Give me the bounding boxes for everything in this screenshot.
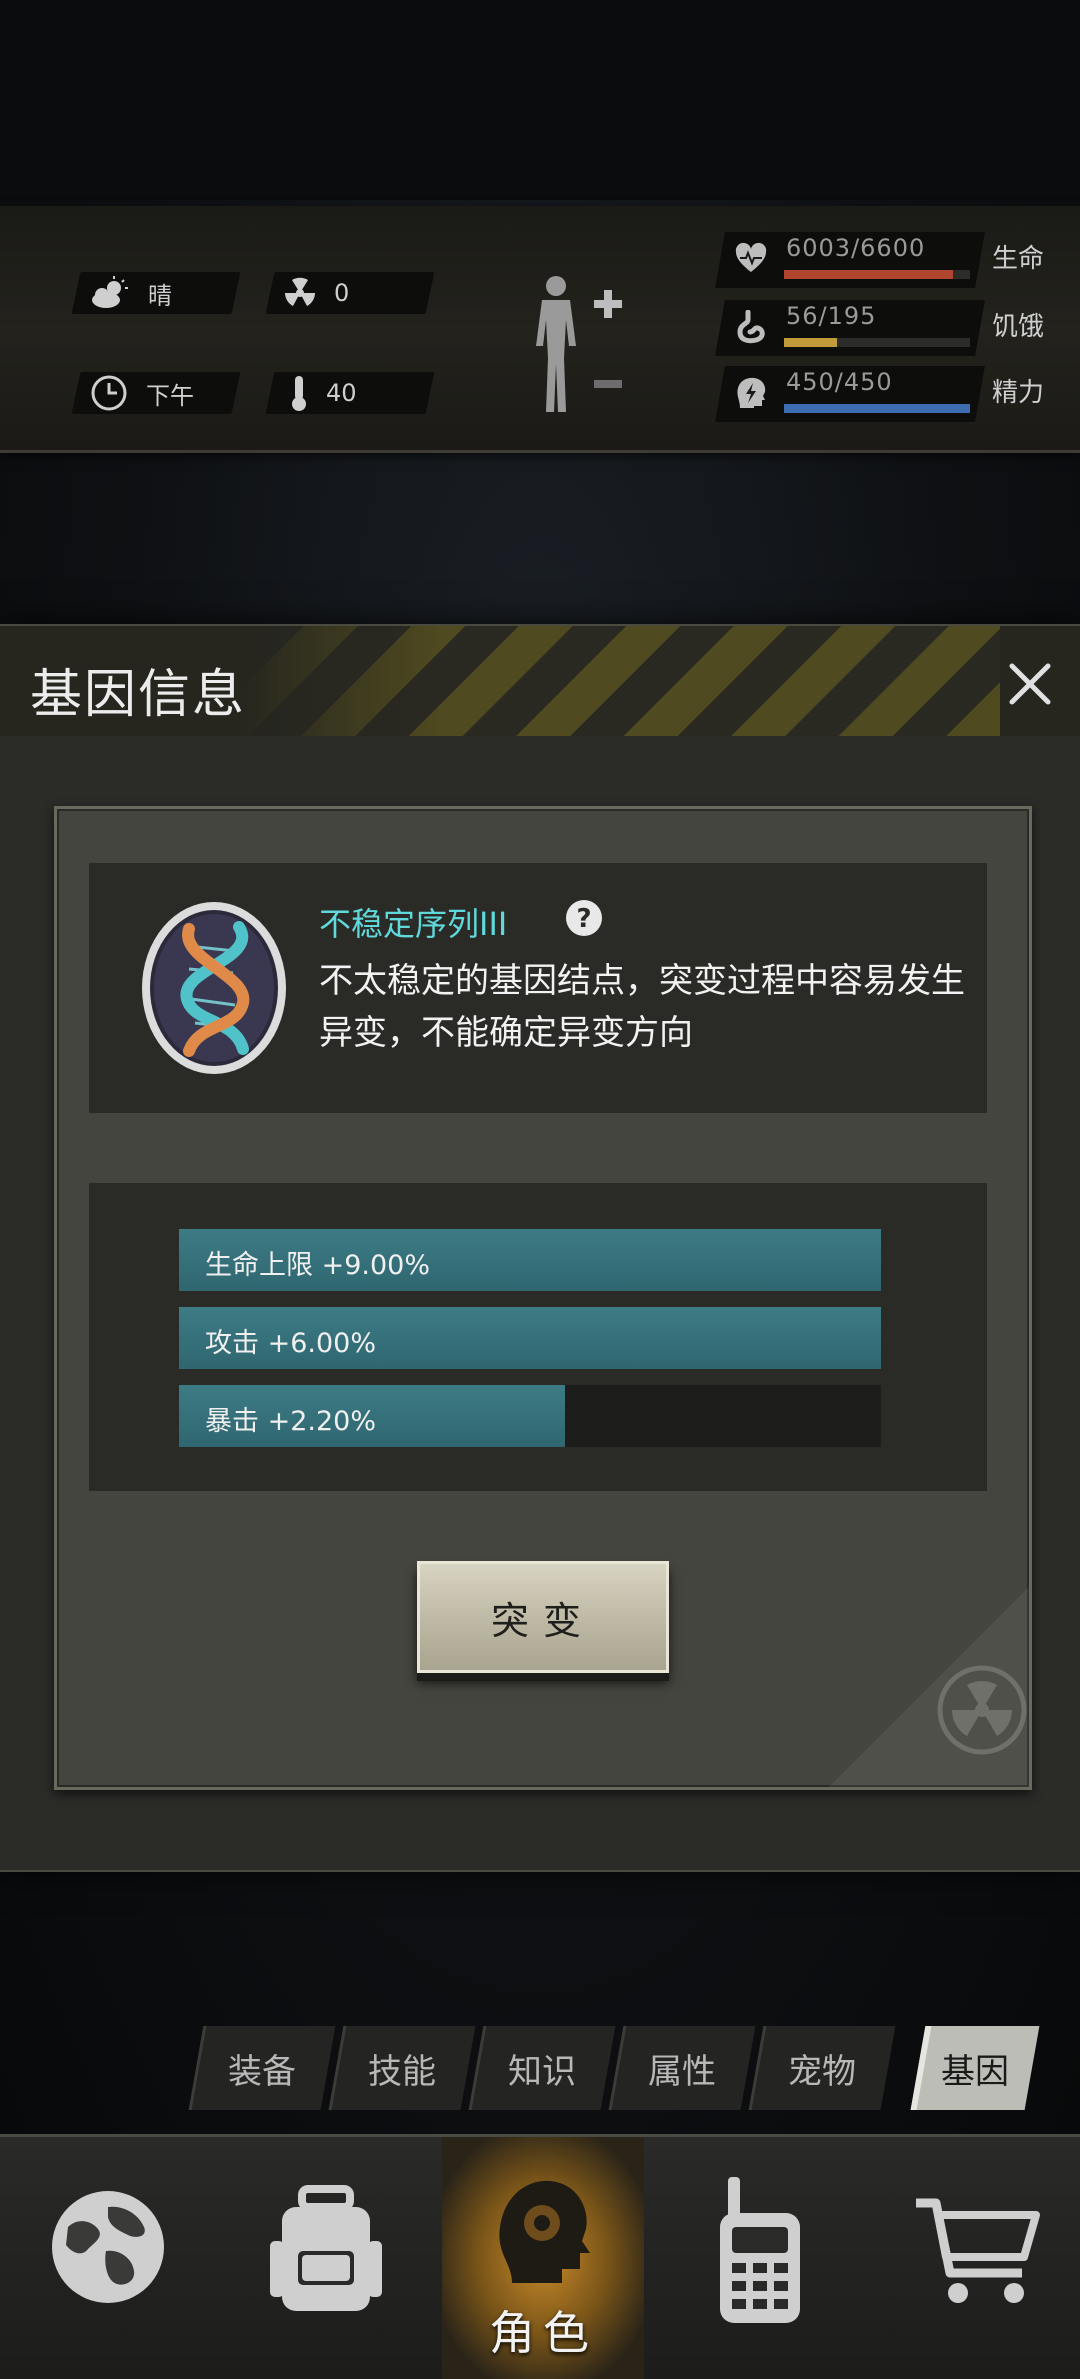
bonus-text: 生命上限 +9.00% bbox=[205, 1250, 430, 1281]
gene-description: 不太稳定的基因结点，突变过程中容易发生异变，不能确定异变方向 bbox=[319, 961, 965, 1053]
energy-bar bbox=[784, 404, 970, 413]
bonus-bar-crit: 暴击 +2.20% bbox=[179, 1385, 881, 1447]
character-tabs: 装备 技能 知识 属性 宠物 基因 bbox=[188, 2026, 1046, 2110]
tab-equipment[interactable]: 装备 bbox=[188, 2026, 336, 2110]
stat-hunger: 56/195 饥饿 bbox=[715, 300, 1060, 360]
tab-knowledge[interactable]: 知识 bbox=[468, 2026, 616, 2110]
radiation-watermark-icon bbox=[937, 1665, 1027, 1755]
gene-info-box: 不稳定序列III ? 不太稳定的基因结点，突变过程中容易发生异变，不能确定异变方… bbox=[89, 863, 987, 1113]
stat-health: 6003/6600 生命 bbox=[715, 232, 1060, 292]
radiation-chip: 0 bbox=[284, 272, 349, 314]
temperature-value: 40 bbox=[326, 379, 357, 407]
body-figure-zoom-icon[interactable] bbox=[526, 272, 626, 422]
dialog-header: 基因信息 bbox=[0, 626, 1080, 736]
tab-attributes[interactable]: 属性 bbox=[608, 2026, 756, 2110]
gene-info-dialog: 基因信息 不稳定序列III ? 不太稳定的基因结点，突变过程中容易发生异变，不能… bbox=[0, 624, 1080, 1872]
dialog-title: 基因信息 bbox=[30, 665, 247, 725]
weather-text: 晴 bbox=[148, 281, 172, 310]
tab-pets[interactable]: 宠物 bbox=[748, 2026, 896, 2110]
weather-chip: 晴 bbox=[90, 272, 172, 314]
energy-label: 精力 bbox=[992, 378, 1045, 408]
bonus-bar-attack: 攻击 +6.00% bbox=[179, 1307, 881, 1369]
nav-character[interactable]: 角色 bbox=[442, 2137, 644, 2379]
nav-backpack[interactable] bbox=[216, 2137, 436, 2379]
gene-bonus-list: 生命上限 +9.00% 攻击 +6.00% 暴击 +2.20% bbox=[89, 1183, 987, 1491]
gene-name: 不稳定序列III bbox=[319, 905, 508, 943]
heart-icon bbox=[735, 242, 767, 272]
radiation-icon bbox=[285, 277, 315, 306]
health-bar bbox=[784, 270, 970, 279]
bonus-text: 暴击 +2.20% bbox=[205, 1406, 376, 1437]
backpack-icon bbox=[270, 2185, 382, 2311]
energy-value: 450/450 bbox=[786, 368, 893, 396]
bottom-nav: 角色 bbox=[0, 2134, 1080, 2379]
globe-icon bbox=[52, 2191, 164, 2303]
clock-icon bbox=[91, 375, 127, 411]
close-icon[interactable] bbox=[1002, 656, 1058, 712]
radiation-value: 0 bbox=[334, 279, 350, 307]
gene-panel: 不稳定序列III ? 不太稳定的基因结点，突变过程中容易发生异变，不能确定异变方… bbox=[54, 806, 1032, 1790]
stomach-icon bbox=[737, 310, 765, 344]
time-chip: 下午 bbox=[90, 372, 194, 414]
character-head-icon bbox=[499, 2180, 590, 2283]
hunger-bar bbox=[784, 338, 970, 347]
shopping-cart-icon bbox=[916, 2198, 1040, 2303]
time-of-day-text: 下午 bbox=[146, 381, 194, 410]
nav-radio[interactable] bbox=[650, 2137, 870, 2379]
health-label: 生命 bbox=[992, 244, 1045, 274]
tab-genes[interactable]: 基因 bbox=[910, 2026, 1040, 2110]
question-icon[interactable]: ? bbox=[565, 899, 603, 937]
walkie-talkie-icon bbox=[720, 2177, 800, 2323]
temperature-chip: 40 bbox=[290, 372, 357, 414]
nav-shop[interactable] bbox=[870, 2137, 1080, 2379]
nav-map[interactable] bbox=[0, 2137, 216, 2379]
hunger-value: 56/195 bbox=[786, 302, 877, 330]
svg-text:?: ? bbox=[576, 904, 591, 934]
tab-skills[interactable]: 技能 bbox=[328, 2026, 476, 2110]
cloud-sun-icon bbox=[92, 276, 128, 308]
nav-character-label: 角色 bbox=[489, 2306, 597, 2360]
thermometer-icon bbox=[292, 376, 306, 411]
bonus-bar-hp: 生命上限 +9.00% bbox=[179, 1229, 881, 1291]
bonus-text: 攻击 +6.00% bbox=[205, 1328, 376, 1359]
lightning-head-icon bbox=[737, 377, 766, 408]
stat-energy: 450/450 精力 bbox=[715, 366, 1060, 426]
dna-icon bbox=[142, 902, 286, 1074]
hunger-label: 饥饿 bbox=[992, 312, 1045, 342]
health-value: 6003/6600 bbox=[786, 234, 926, 262]
mutate-button[interactable]: 突变 bbox=[417, 1561, 669, 1673]
